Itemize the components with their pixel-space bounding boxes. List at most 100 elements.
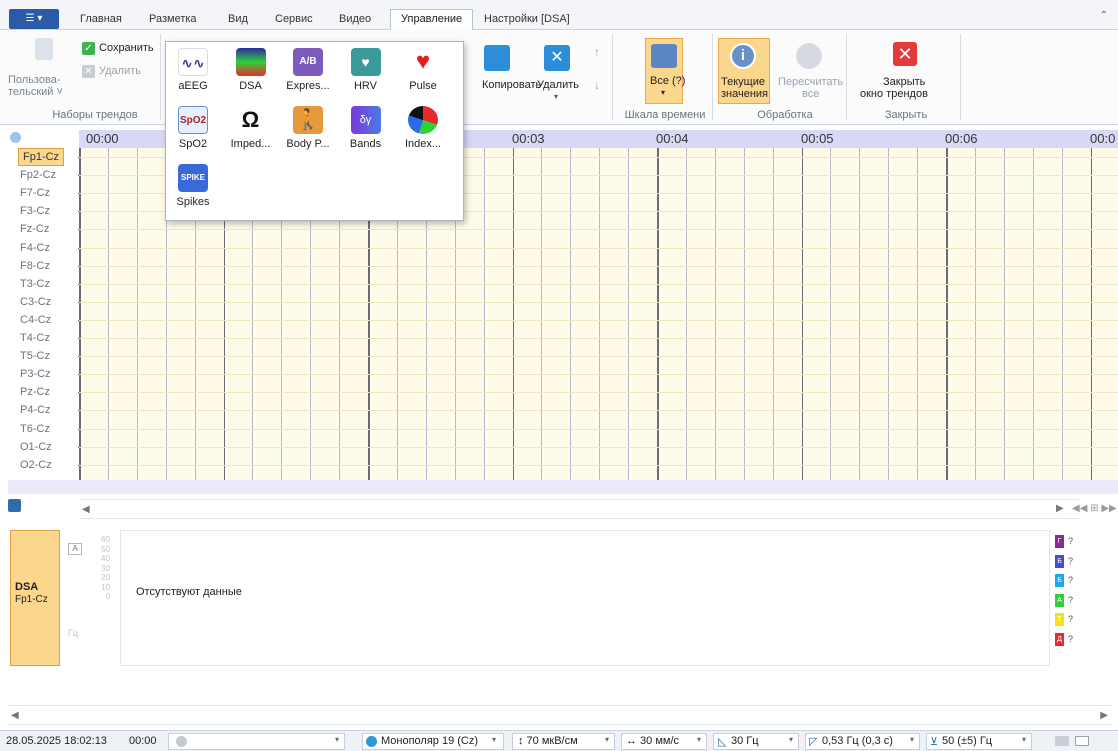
tab-main[interactable]: Главная bbox=[80, 13, 122, 25]
channel-label[interactable]: T4-Cz bbox=[20, 332, 50, 344]
app-menu-button[interactable]: ☰ ▾ bbox=[9, 9, 59, 29]
recalculate-all-button[interactable]: Пересчитать bbox=[778, 76, 843, 88]
save-set-button[interactable]: Сохранить bbox=[99, 42, 154, 54]
checkmark-icon: ✓ bbox=[82, 42, 95, 55]
collapse-top-icon[interactable] bbox=[10, 132, 21, 143]
grid-vline bbox=[1032, 148, 1034, 480]
dropdown-icon[interactable]: ▾ bbox=[1022, 735, 1026, 744]
trend-type-hrv[interactable]: ♥ HRV bbox=[341, 48, 391, 98]
dropdown-icon[interactable]: ▾ bbox=[697, 735, 701, 744]
trend-type-label: Expres... bbox=[286, 80, 330, 92]
highpass-value: 0,53 Гц (0,3 с) bbox=[822, 735, 893, 747]
band-value: ? bbox=[1068, 614, 1074, 624]
grid-vline bbox=[657, 148, 659, 480]
dropdown-icon[interactable]: ▾ bbox=[335, 735, 339, 744]
channel-label[interactable]: O1-Cz bbox=[20, 441, 52, 453]
channel-label[interactable]: Fp2-Cz bbox=[20, 169, 56, 181]
trend-type-imped[interactable]: Ω Imped... bbox=[226, 106, 276, 156]
trend-type-spikes[interactable]: SPIKE Spikes bbox=[168, 164, 218, 214]
status-datetime: 28.05.2025 18:02:13 bbox=[6, 735, 107, 747]
close-trends-icon: ✕ bbox=[893, 42, 917, 66]
sensitivity-value: ↕ 70 мкВ/см bbox=[518, 735, 578, 747]
delete-trend-button[interactable]: Удалить bbox=[537, 79, 579, 91]
user-set-label-1[interactable]: Пользова- bbox=[8, 74, 60, 86]
display-mode-icon[interactable] bbox=[1055, 736, 1069, 746]
move-up-icon[interactable]: ↑ bbox=[594, 45, 600, 59]
color-palette-icon[interactable] bbox=[8, 499, 21, 512]
dropdown-icon[interactable]: ▾ bbox=[789, 735, 793, 744]
user-set-label-2[interactable]: тельский ˅ bbox=[8, 86, 63, 98]
trend-type-label: Imped... bbox=[230, 138, 271, 150]
scroll-left-icon[interactable]: ◀ bbox=[11, 710, 19, 721]
tab-markup[interactable]: Разметка bbox=[149, 13, 197, 25]
time-label: 00:03 bbox=[512, 131, 545, 146]
group-separator bbox=[846, 34, 847, 120]
channel-label[interactable]: C3-Cz bbox=[20, 296, 51, 308]
copy-trend-button[interactable]: Копировать bbox=[482, 79, 541, 91]
trend-type-dsa[interactable]: DSA bbox=[226, 48, 276, 98]
scroll-right-icon[interactable]: ▶ bbox=[1100, 710, 1108, 721]
channel-label[interactable]: F4-Cz bbox=[20, 242, 50, 254]
time-scale-icon bbox=[651, 44, 677, 68]
grid-vline bbox=[107, 148, 109, 480]
trend-type-spo2[interactable]: SpO2 SpO2 bbox=[168, 106, 218, 156]
dsa-trend-tab[interactable]: DSA Fp1-Cz bbox=[10, 530, 60, 666]
channel-label[interactable]: Fz-Cz bbox=[20, 223, 49, 235]
grid-vline bbox=[512, 148, 514, 480]
band-value: ? bbox=[1068, 633, 1074, 644]
trend-type-label: HRV bbox=[353, 80, 378, 92]
delete-set-button[interactable]: Удалить bbox=[99, 65, 141, 77]
close-trends-button[interactable]: Закрыть bbox=[883, 76, 925, 88]
channel-label[interactable]: P4-Cz bbox=[20, 404, 51, 416]
move-down-icon[interactable]: ↓ bbox=[594, 78, 600, 92]
dsa-plot-area[interactable]: Отсутствуют данные bbox=[120, 530, 1050, 666]
channel-label[interactable]: T6-Cz bbox=[20, 423, 50, 435]
auto-scale-icon[interactable]: A bbox=[68, 543, 82, 555]
channel-label[interactable]: P3-Cz bbox=[20, 368, 51, 380]
delete-trend-dropdown-icon[interactable]: ▾ bbox=[554, 92, 558, 101]
trend-type-expres[interactable]: A/B Expres... bbox=[283, 48, 333, 98]
scroll-left-icon[interactable]: ◀ bbox=[82, 504, 90, 515]
tab-video[interactable]: Видео bbox=[339, 13, 371, 25]
page-horizontal-scrollbar[interactable]: ◀ ▶ bbox=[8, 705, 1112, 725]
freq-tick-label: 50 bbox=[101, 544, 110, 554]
grid-vline bbox=[946, 148, 948, 480]
trend-type-bands[interactable]: δγ Bands bbox=[341, 106, 391, 156]
grid-hline bbox=[79, 301, 1118, 303]
time-label: 00:05 bbox=[801, 131, 834, 146]
status-empty-box[interactable] bbox=[168, 733, 345, 750]
channel-label[interactable]: O2-Cz bbox=[20, 459, 52, 471]
scroll-right-icon[interactable]: ▶ bbox=[1056, 503, 1064, 514]
channel-label[interactable]: T3-Cz bbox=[20, 278, 50, 290]
dropdown-icon[interactable]: ▾ bbox=[605, 735, 609, 744]
channel-label[interactable]: F7-Cz bbox=[20, 187, 50, 199]
trend-horizontal-scrollbar[interactable]: ◀ bbox=[79, 499, 1079, 519]
tab-view[interactable]: Вид bbox=[228, 13, 248, 25]
grid-hline bbox=[79, 410, 1118, 412]
channel-label[interactable]: Fp1-Cz bbox=[18, 148, 65, 166]
tab-control[interactable]: Управление bbox=[390, 9, 474, 31]
channel-label[interactable]: F8-Cz bbox=[20, 260, 50, 272]
notch-value: 50 (±5) Гц bbox=[942, 735, 993, 747]
trend-type-bodyp[interactable]: 🚶 Body P... bbox=[283, 106, 333, 156]
trend-type-aeeg[interactable]: ∿∿ aEEG bbox=[168, 48, 218, 98]
grid-vline bbox=[743, 148, 745, 480]
page-navigation-icons[interactable]: ◀◀ ⊞ ▶▶ bbox=[1072, 503, 1117, 514]
trend-type-pulse[interactable]: ♥ Pulse bbox=[398, 48, 448, 98]
channel-label[interactable]: Pz-Cz bbox=[20, 386, 50, 398]
collapse-ribbon-icon[interactable]: ⌃ bbox=[1100, 10, 1108, 21]
tab-dsa-settings[interactable]: Настройки [DSA] bbox=[484, 13, 570, 25]
channel-label[interactable]: C4-Cz bbox=[20, 314, 51, 326]
window-mode-icon[interactable] bbox=[1075, 736, 1089, 746]
tab-service[interactable]: Сервис bbox=[275, 13, 313, 25]
montage-icon bbox=[366, 736, 377, 747]
channel-label[interactable]: F3-Cz bbox=[20, 205, 50, 217]
trend-type-index[interactable]: Index... bbox=[398, 106, 448, 156]
dropdown-icon[interactable]: ▾ bbox=[910, 735, 914, 744]
grid-vline bbox=[859, 148, 861, 480]
dropdown-icon[interactable]: ▾ bbox=[492, 735, 496, 744]
channel-label[interactable]: T5-Cz bbox=[20, 350, 50, 362]
grid-hline bbox=[79, 374, 1118, 376]
band-color-swatch: Б bbox=[1055, 574, 1064, 587]
trend-type-label: Body P... bbox=[286, 138, 330, 150]
